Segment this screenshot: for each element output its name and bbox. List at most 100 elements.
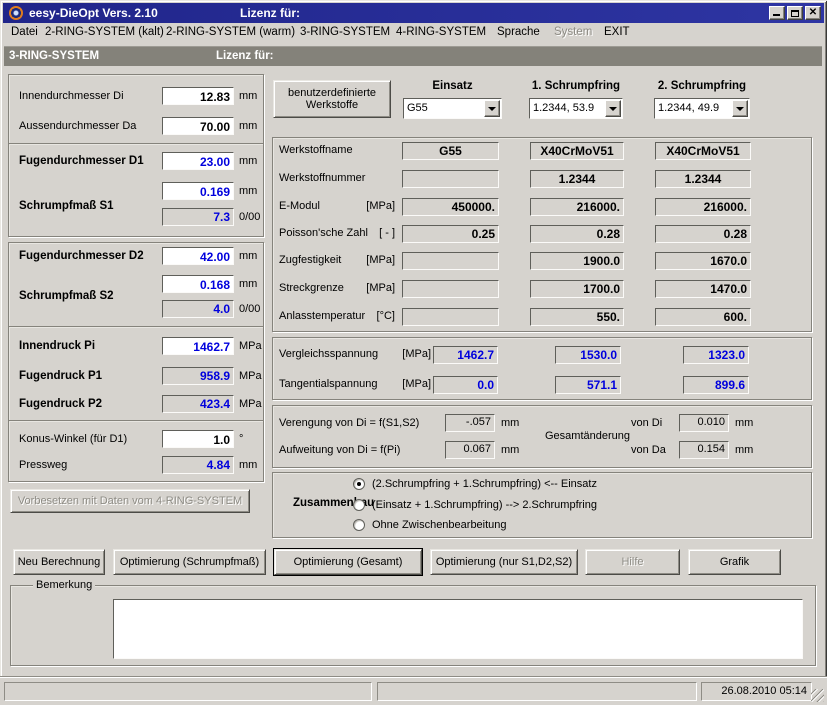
resize-grip-icon[interactable] bbox=[811, 689, 824, 702]
vergleich-col1: 1462.7 bbox=[433, 346, 498, 364]
s2-label: Schrumpfmaß S2 bbox=[19, 290, 114, 302]
chevron-down-icon[interactable] bbox=[732, 100, 748, 117]
optimierung-schrumpfmass-button[interactable]: Optimierung (Schrumpfmaß) bbox=[113, 549, 266, 575]
close-button[interactable]: ✕ bbox=[805, 6, 821, 20]
p2-label: Fugendruck P2 bbox=[19, 398, 102, 410]
von-di-unit: mm bbox=[735, 417, 753, 429]
assembly-option1-radio[interactable] bbox=[353, 478, 365, 490]
pressures-group: Innendruck Pi MPa Fugendruck P1 958.9 MP… bbox=[8, 326, 264, 421]
s2-mm-unit: mm bbox=[239, 278, 257, 290]
custom-materials-button[interactable]: benutzerdefinierte Werkstoffe bbox=[273, 80, 391, 118]
dimensions-group: Innendurchmesser Di mm Aussendurchmesser… bbox=[8, 74, 264, 144]
s1-permille-unit: 0/00 bbox=[239, 211, 260, 223]
optimierung-gesamt-button[interactable]: Optimierung (Gesamt) bbox=[274, 549, 422, 575]
deformation-group: Verengung von Di = f(S1,S2) -.057 mm Auf… bbox=[272, 405, 812, 468]
hilfe-button: Hilfe bbox=[585, 549, 680, 575]
streckgrenze-col3: 1470.0 bbox=[655, 280, 751, 298]
assembly-option1-label[interactable]: (2.Schrumpfring + 1.Schrumpfring) <-- Ei… bbox=[372, 478, 597, 490]
ring2-material-value: 1.2344, 49.9 bbox=[658, 102, 719, 114]
menu-3ring[interactable]: 3-RING-SYSTEM bbox=[300, 26, 390, 38]
chevron-down-icon[interactable] bbox=[605, 100, 621, 117]
assembly-option3-radio[interactable] bbox=[353, 519, 365, 531]
row-label: Zugfestigkeit bbox=[279, 254, 341, 266]
di-label: Innendurchmesser Di bbox=[19, 90, 124, 102]
maximize-button[interactable] bbox=[787, 6, 803, 20]
optimierung-s1d2s2-button[interactable]: Optimierung (nur S1,D2,S2) bbox=[430, 549, 578, 575]
minimize-icon bbox=[773, 14, 780, 16]
s1-permille-field: 7.3 bbox=[162, 208, 234, 226]
poisson-col1: 0.25 bbox=[402, 225, 499, 243]
anlasstemp-col1 bbox=[402, 308, 499, 326]
p2-field: 423.4 bbox=[162, 395, 234, 413]
menu-datei[interactable]: Datei bbox=[11, 26, 38, 38]
chevron-down-icon[interactable] bbox=[484, 100, 500, 117]
d1-input[interactable] bbox=[162, 152, 234, 170]
verengung-unit: mm bbox=[501, 417, 519, 429]
s1-mm-unit: mm bbox=[239, 185, 257, 197]
row-label: E-Modul bbox=[279, 200, 320, 212]
d2-input[interactable] bbox=[162, 247, 234, 265]
row-label: Vergleichsspannung bbox=[279, 348, 378, 360]
close-icon: ✕ bbox=[809, 7, 817, 18]
menu-system: System bbox=[554, 26, 592, 38]
konus-label: Konus-Winkel (für D1) bbox=[19, 433, 127, 445]
status-panel-2 bbox=[377, 682, 697, 701]
grafik-button[interactable]: Grafik bbox=[688, 549, 781, 575]
werkstoffname-col3: X40CrMoV51 bbox=[655, 142, 751, 160]
streckgrenze-col1 bbox=[402, 280, 499, 298]
vergleich-col3: 1323.0 bbox=[683, 346, 749, 364]
einsatz-material-select[interactable]: G55 bbox=[403, 98, 502, 119]
konus-input[interactable] bbox=[162, 430, 234, 448]
von-da-unit: mm bbox=[735, 444, 753, 456]
row-unit: [MPa] bbox=[383, 348, 431, 360]
title-bar: eesy-DieOpt Vers. 2.10 Lizenz für: ✕ bbox=[3, 3, 824, 23]
da-input[interactable] bbox=[162, 117, 234, 135]
menu-2ring-kalt[interactable]: 2-RING-SYSTEM (kalt) bbox=[45, 26, 164, 38]
s2-permille-unit: 0/00 bbox=[239, 303, 260, 315]
remark-group: Bemerkung bbox=[10, 585, 816, 666]
s1-label: Schrumpfmaß S1 bbox=[19, 200, 114, 212]
p1-label: Fugendruck P1 bbox=[19, 370, 102, 382]
s1-mm-input[interactable] bbox=[162, 182, 234, 200]
remark-label: Bemerkung bbox=[33, 579, 95, 591]
pi-unit: MPa bbox=[239, 340, 262, 352]
subwindow-header: 3-RING-SYSTEM Lizenz für: bbox=[4, 46, 822, 66]
assembly-option2-label[interactable]: (Einsatz + 1.Schrumpfring) --> 2.Schrump… bbox=[372, 499, 597, 511]
minimize-button[interactable] bbox=[769, 6, 785, 20]
row-label: Werkstoffnummer bbox=[279, 172, 365, 184]
streckgrenze-col2: 1700.0 bbox=[530, 280, 624, 298]
emodul-col2: 216000. bbox=[530, 198, 624, 216]
assembly-option3-label[interactable]: Ohne Zwischenbearbeitung bbox=[372, 519, 507, 531]
tangential-col2: 571.1 bbox=[555, 376, 621, 394]
d1-label: Fugendurchmesser D1 bbox=[19, 155, 144, 167]
menu-4ring[interactable]: 4-RING-SYSTEM bbox=[396, 26, 486, 38]
menu-exit[interactable]: EXIT bbox=[604, 26, 630, 38]
emodul-col1: 450000. bbox=[402, 198, 499, 216]
app-window: eesy-DieOpt Vers. 2.10 Lizenz für: ✕ Dat… bbox=[0, 0, 827, 705]
p2-unit: MPa bbox=[239, 398, 262, 410]
title-license-label: Lizenz für: bbox=[240, 6, 300, 20]
window-title: eesy-DieOpt Vers. 2.10 bbox=[29, 6, 158, 20]
anlasstemp-col3: 600. bbox=[655, 308, 751, 326]
ring1-material-select[interactable]: 1.2344, 53.9 bbox=[529, 98, 623, 119]
s2-permille-field: 4.0 bbox=[162, 300, 234, 318]
werkstoffname-col2: X40CrMoV51 bbox=[530, 142, 624, 160]
pressweg-label: Pressweg bbox=[19, 459, 67, 471]
ring1-material-value: 1.2344, 53.9 bbox=[533, 102, 594, 114]
s2-mm-input[interactable] bbox=[162, 275, 234, 293]
row-unit: [MPa] bbox=[383, 378, 431, 390]
app-icon[interactable] bbox=[9, 6, 23, 20]
d1-unit: mm bbox=[239, 155, 257, 167]
material-table-group: Werkstoffname G55 X40CrMoV51 X40CrMoV51 … bbox=[272, 137, 812, 332]
ring2-material-select[interactable]: 1.2344, 49.9 bbox=[654, 98, 750, 119]
assembly-option2-radio[interactable] bbox=[353, 499, 365, 511]
di-input[interactable] bbox=[162, 87, 234, 105]
menu-2ring-warm[interactable]: 2-RING-SYSTEM (warm) bbox=[166, 26, 295, 38]
row-unit: [MPa] bbox=[335, 282, 395, 294]
vergleich-col2: 1530.0 bbox=[555, 346, 621, 364]
remark-textarea[interactable] bbox=[113, 599, 803, 659]
neu-berechnung-button[interactable]: Neu Berechnung bbox=[13, 549, 105, 575]
menu-sprache[interactable]: Sprache bbox=[497, 26, 540, 38]
pi-input[interactable] bbox=[162, 337, 234, 355]
zugfestigkeit-col2: 1900.0 bbox=[530, 252, 624, 270]
